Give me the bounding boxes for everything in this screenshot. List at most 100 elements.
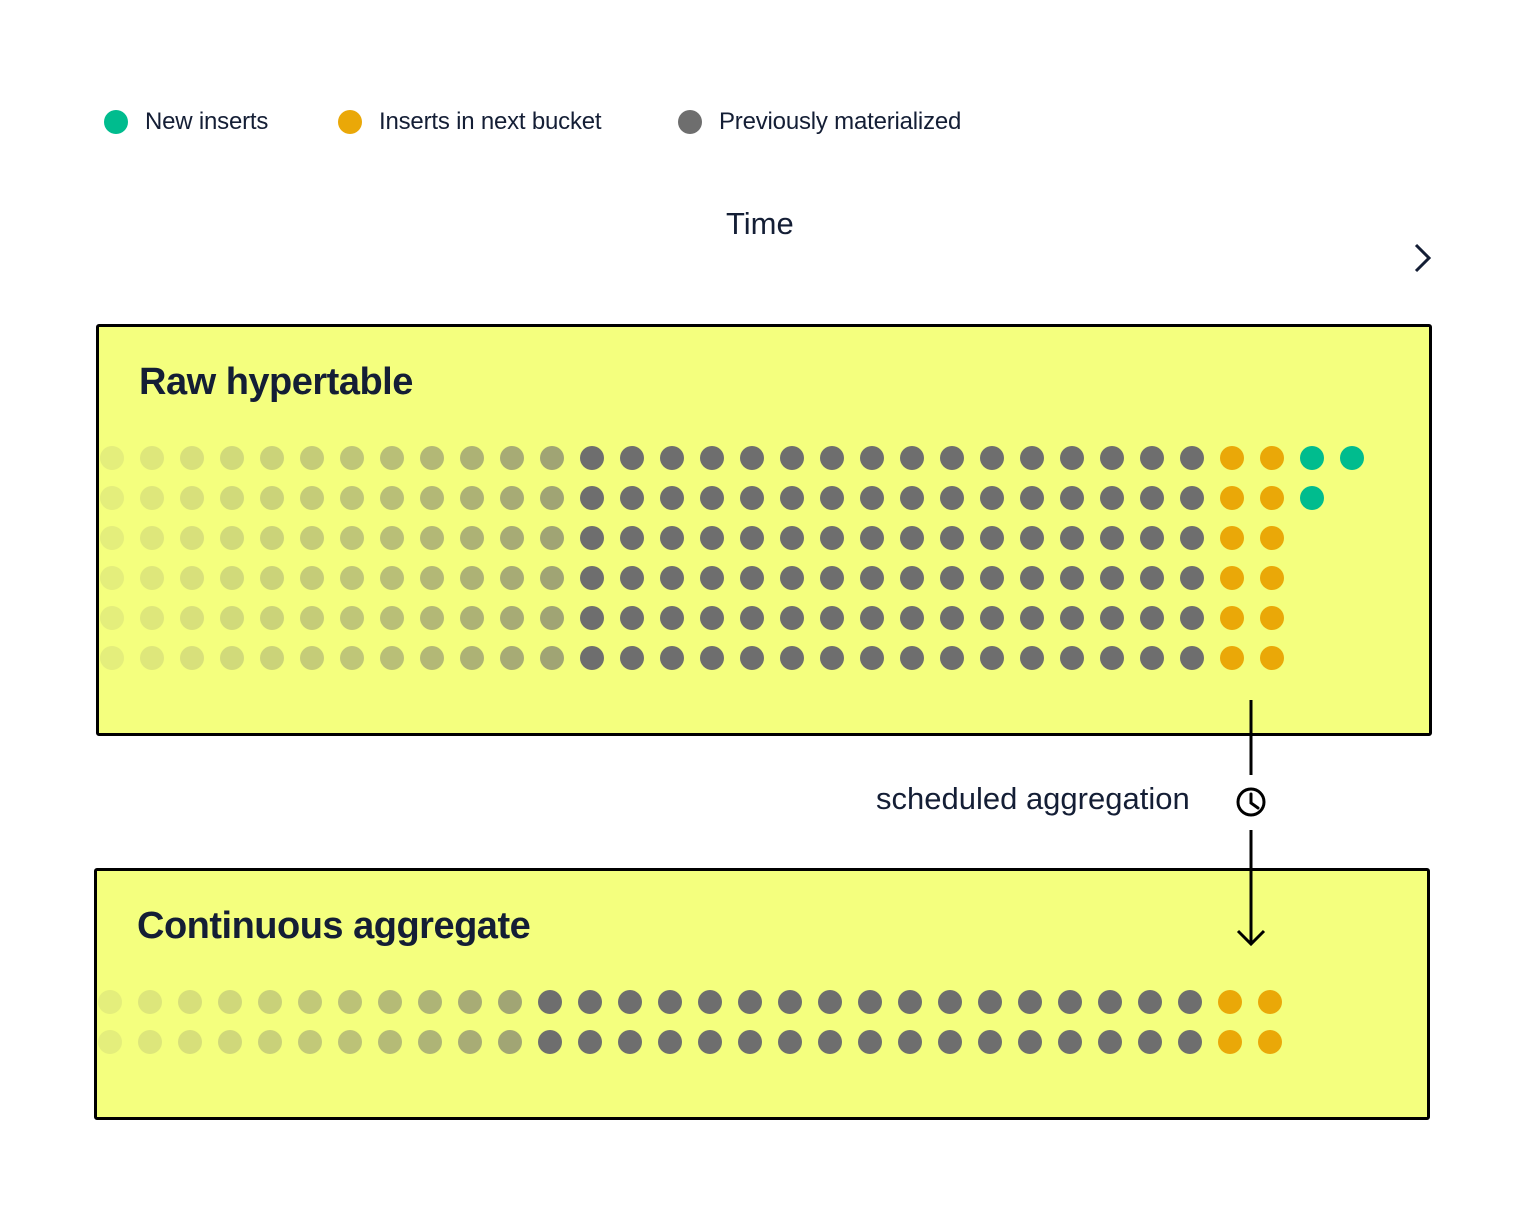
materialized-dot — [1060, 646, 1084, 670]
materialized-dot — [820, 446, 844, 470]
materialized-dot — [420, 646, 444, 670]
materialized-dot — [620, 446, 644, 470]
materialized-dot — [700, 646, 724, 670]
materialized-dot — [1100, 526, 1124, 550]
materialized-dot — [580, 606, 604, 630]
materialized-dot — [140, 606, 164, 630]
materialized-dot — [780, 606, 804, 630]
materialized-dot — [140, 446, 164, 470]
materialized-dot — [180, 446, 204, 470]
next-bucket-dot — [1260, 446, 1284, 470]
next-bucket-dot — [1220, 486, 1244, 510]
materialized-dot — [378, 1030, 402, 1054]
materialized-dot — [940, 486, 964, 510]
materialized-dot — [178, 990, 202, 1014]
materialized-dot — [700, 566, 724, 590]
materialized-dot — [540, 646, 564, 670]
materialized-dot — [660, 446, 684, 470]
next-bucket-dot — [1260, 606, 1284, 630]
new-inserts-swatch-icon — [104, 110, 128, 134]
raw-hypertable-dot-grid — [100, 446, 1364, 670]
materialized-dot — [1058, 1030, 1082, 1054]
materialized-dot — [260, 526, 284, 550]
materialized-dot — [498, 990, 522, 1014]
materialized-dot — [1098, 1030, 1122, 1054]
materialized-dot — [98, 990, 122, 1014]
materialized-dot — [180, 526, 204, 550]
previously-materialized-swatch-icon — [678, 110, 702, 134]
materialized-dot — [180, 486, 204, 510]
materialized-dot — [698, 990, 722, 1014]
materialized-dot — [700, 526, 724, 550]
materialized-dot — [938, 1030, 962, 1054]
materialized-dot — [300, 446, 324, 470]
materialized-dot — [780, 486, 804, 510]
materialized-dot — [1140, 446, 1164, 470]
materialized-dot — [340, 526, 364, 550]
materialized-dot — [1140, 566, 1164, 590]
materialized-dot — [500, 646, 524, 670]
materialized-dot — [1140, 646, 1164, 670]
materialized-dot — [1178, 1030, 1202, 1054]
materialized-dot — [340, 566, 364, 590]
materialized-dot — [700, 606, 724, 630]
materialized-dot — [540, 566, 564, 590]
materialized-dot — [420, 606, 444, 630]
materialized-dot — [220, 566, 244, 590]
clock-icon — [1236, 787, 1266, 817]
materialized-dot — [740, 446, 764, 470]
materialized-dot — [460, 526, 484, 550]
materialized-dot — [940, 446, 964, 470]
new-insert-dot — [1300, 486, 1324, 510]
materialized-dot — [1058, 990, 1082, 1014]
materialized-dot — [540, 446, 564, 470]
materialized-dot — [940, 526, 964, 550]
materialized-dot — [1100, 566, 1124, 590]
materialized-dot — [1100, 446, 1124, 470]
materialized-dot — [220, 646, 244, 670]
materialized-dot — [500, 606, 524, 630]
materialized-dot — [1140, 526, 1164, 550]
materialized-dot — [580, 526, 604, 550]
materialized-dot — [980, 646, 1004, 670]
new-insert-dot — [1340, 446, 1364, 470]
materialized-dot — [100, 646, 124, 670]
materialized-dot — [620, 486, 644, 510]
materialized-dot — [340, 446, 364, 470]
materialized-dot — [1018, 990, 1042, 1014]
materialized-dot — [818, 1030, 842, 1054]
materialized-dot — [300, 486, 324, 510]
materialized-dot — [1060, 566, 1084, 590]
materialized-dot — [98, 1030, 122, 1054]
materialized-dot — [618, 990, 642, 1014]
next-bucket-dot — [1218, 1030, 1242, 1054]
materialized-dot — [900, 566, 924, 590]
materialized-dot — [258, 990, 282, 1014]
materialized-dot — [578, 1030, 602, 1054]
materialized-dot — [780, 646, 804, 670]
materialized-dot — [100, 526, 124, 550]
materialized-dot — [740, 606, 764, 630]
materialized-dot — [300, 566, 324, 590]
materialized-dot — [660, 606, 684, 630]
next-bucket-dot — [1260, 646, 1284, 670]
materialized-dot — [420, 486, 444, 510]
time-axis-arrow — [98, 243, 1432, 273]
materialized-dot — [860, 486, 884, 510]
materialized-dot — [380, 646, 404, 670]
materialized-dot — [420, 446, 444, 470]
materialized-dot — [380, 486, 404, 510]
materialized-dot — [938, 990, 962, 1014]
materialized-dot — [260, 606, 284, 630]
materialized-dot — [780, 566, 804, 590]
materialized-dot — [260, 566, 284, 590]
materialized-dot — [1180, 526, 1204, 550]
materialized-dot — [780, 526, 804, 550]
materialized-dot — [220, 526, 244, 550]
next-bucket-swatch-icon — [338, 110, 362, 134]
materialized-dot — [898, 990, 922, 1014]
materialized-dot — [778, 990, 802, 1014]
materialized-dot — [940, 566, 964, 590]
materialized-dot — [420, 526, 444, 550]
materialized-dot — [660, 526, 684, 550]
